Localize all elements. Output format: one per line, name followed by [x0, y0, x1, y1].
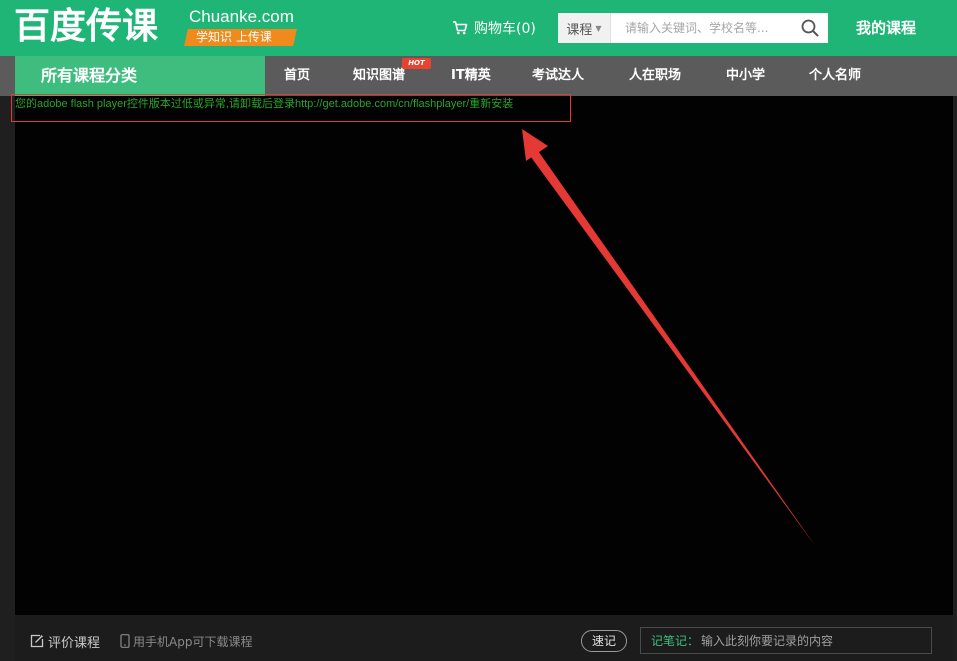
edit-icon	[30, 634, 44, 648]
note-box: 记笔记：	[640, 627, 932, 654]
right-gutter	[953, 96, 957, 661]
search-type-label: 课程	[566, 22, 593, 38]
nav-item-k12[interactable]: 中小学	[726, 56, 765, 96]
main-nav: 所有课程分类 首页 知识图谱 IT精英 考试达人 人在职场 中小学 个人名师	[0, 56, 957, 96]
nav-item-workplace[interactable]: 人在职场	[629, 56, 681, 96]
mobile-app-link[interactable]: 用手机App可下载课程	[120, 632, 252, 650]
logo-slogan: 学知识 上传课	[184, 29, 297, 46]
cart-link[interactable]: 购物车(0)	[452, 17, 536, 39]
note-input[interactable]	[699, 632, 931, 649]
left-gutter	[0, 96, 15, 661]
search-input[interactable]	[611, 14, 792, 42]
rate-course-button[interactable]: 评价课程	[30, 632, 101, 651]
header: 百度传课 Chuanke.com 学知识 上传课 购物车(0) 课程▼ 我的课程	[0, 0, 957, 56]
search-type-select[interactable]: 课程 ▼	[558, 13, 611, 43]
note-label: 记笔记：	[651, 634, 700, 648]
cart-label: 购物车(0)	[474, 21, 536, 37]
nav-item-home[interactable]: 首页	[284, 56, 310, 96]
video-player[interactable]	[15, 96, 953, 615]
annotation-highlight-box	[11, 94, 571, 122]
search-button[interactable]	[792, 13, 828, 43]
cart-icon	[453, 21, 468, 35]
nav-all-categories[interactable]: 所有课程分类	[15, 56, 265, 96]
rate-course-label: 评价课程	[48, 635, 101, 651]
search-icon	[801, 19, 819, 37]
mobile-app-label: 用手机App可下载课程	[133, 634, 253, 649]
nav-item-teachers[interactable]: 个人名师	[809, 56, 861, 96]
nav-item-it-elite[interactable]: IT精英	[451, 56, 491, 96]
nav-item-exam-expert[interactable]: 考试达人	[532, 56, 584, 96]
logo-slogan-text: 学知识 上传课	[196, 30, 272, 44]
nav-item-knowledge-map[interactable]: 知识图谱	[353, 56, 405, 96]
logo-main[interactable]: 百度传课	[14, 5, 158, 49]
quick-note-button[interactable]: 速记	[581, 630, 627, 652]
search-bar: 课程 ▼	[558, 13, 828, 43]
logo-domain: Chuanke.com	[189, 7, 294, 26]
my-courses-link[interactable]: 我的课程	[856, 17, 916, 38]
chevron-down-icon: ▼	[595, 23, 602, 33]
hot-badge: HOT	[402, 58, 431, 69]
phone-icon	[120, 634, 130, 648]
